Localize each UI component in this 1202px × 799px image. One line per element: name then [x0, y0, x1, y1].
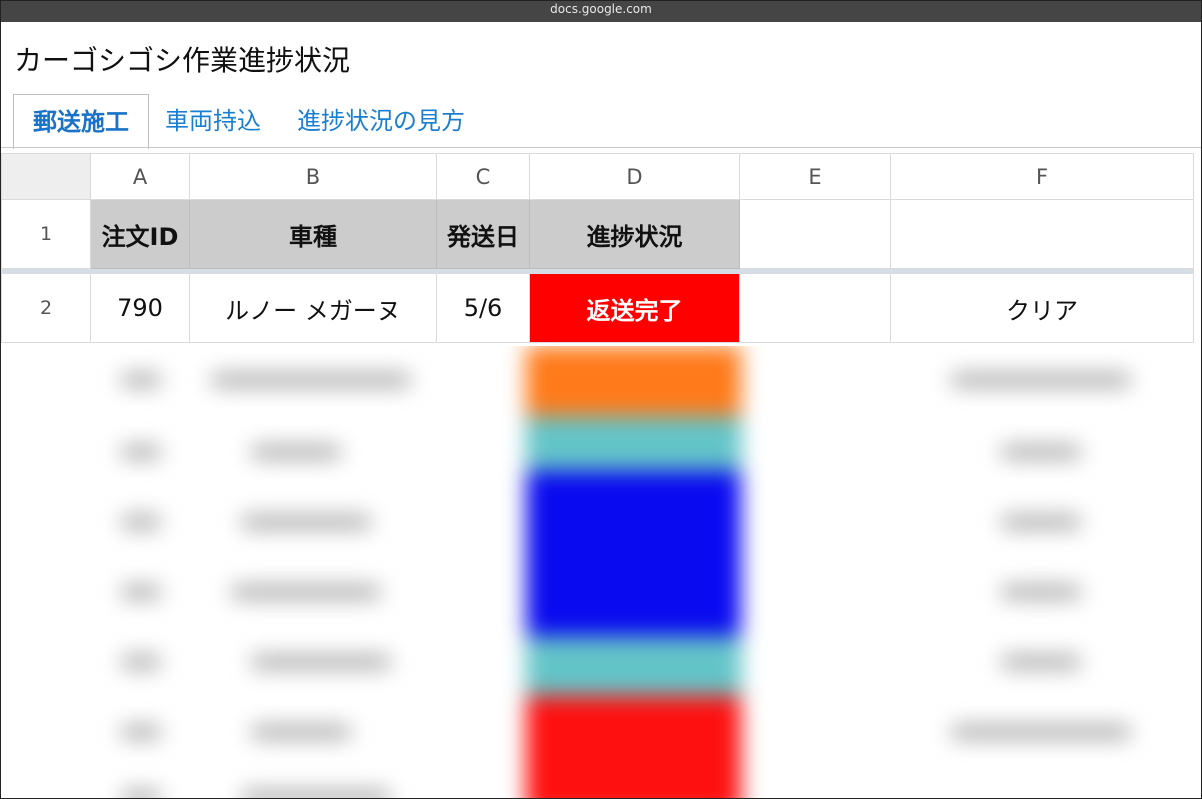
header-cell-f[interactable] [890, 199, 1194, 269]
row-number-1[interactable]: 1 [1, 199, 91, 269]
blurred-status-cell [526, 416, 741, 471]
blurred-text [951, 374, 1131, 386]
select-all-corner[interactable] [1, 153, 91, 200]
cell-e[interactable] [739, 273, 891, 343]
header-cell-order-id[interactable]: 注文ID [90, 199, 190, 269]
screen-frame: docs.google.com カーゴシゴシ作業進捗状況 郵送施工 車両持込 進… [0, 0, 1202, 799]
blurred-text [121, 791, 161, 798]
blurred-status-cell [526, 346, 741, 416]
blurred-text [241, 516, 371, 528]
blurred-text [121, 586, 161, 598]
tab-postal-construction[interactable]: 郵送施工 [13, 94, 149, 150]
header-cell-e[interactable] [739, 199, 891, 269]
blurred-text [951, 726, 1131, 738]
blurred-text [121, 516, 161, 528]
header-cell-progress-status[interactable]: 進捗状況 [529, 199, 740, 269]
url-text: docs.google.com [550, 2, 652, 16]
blurred-text [211, 374, 411, 386]
row-number-2[interactable]: 2 [1, 273, 91, 343]
blurred-text [121, 656, 161, 668]
blurred-text [1001, 516, 1081, 528]
tab-divider [1, 147, 1201, 148]
blurred-status-cell [526, 696, 741, 798]
cell-car-model[interactable]: ルノー メガーヌ [189, 273, 437, 343]
header-cell-ship-date[interactable]: 発送日 [436, 199, 530, 269]
header-cell-car-model[interactable]: 車種 [189, 199, 437, 269]
cell-ship-date[interactable]: 5/6 [436, 273, 530, 343]
blurred-text [1001, 586, 1081, 598]
column-header-f[interactable]: F [890, 153, 1194, 200]
blurred-text [231, 586, 381, 598]
spreadsheet-grid: A B C D E F 1 注文ID 車種 発送日 進捗状況 2 790 ルノー… [1, 153, 1194, 343]
blurred-content [1, 346, 1201, 798]
tab-progress-guide[interactable]: 進捗状況の見方 [297, 94, 465, 147]
browser-url-bar[interactable]: docs.google.com [1, 1, 1201, 22]
column-header-e[interactable]: E [739, 153, 891, 200]
blurred-text [241, 791, 391, 798]
column-header-d[interactable]: D [529, 153, 740, 200]
column-header-c[interactable]: C [436, 153, 530, 200]
table-row: 1 注文ID 車種 発送日 進捗状況 [1, 199, 1194, 269]
column-header-row: A B C D E F [1, 153, 1194, 200]
blurred-text [121, 726, 161, 738]
blurred-text [121, 446, 161, 458]
cell-progress-status[interactable]: 返送完了 [529, 273, 740, 343]
tab-vehicle-dropoff[interactable]: 車両持込 [165, 94, 261, 147]
blurred-text [251, 726, 351, 738]
column-header-a[interactable]: A [90, 153, 190, 200]
blurred-text [1001, 656, 1081, 668]
blurred-text [121, 374, 161, 386]
blurred-status-cell [526, 636, 741, 696]
cell-f[interactable]: クリア [890, 273, 1194, 343]
document-title: カーゴシゴシ作業進捗状況 [14, 44, 351, 77]
blurred-text [251, 656, 391, 668]
table-row: 2 790 ルノー メガーヌ 5/6 返送完了 クリア [1, 273, 1194, 343]
blurred-status-cell [526, 471, 741, 636]
cell-order-id[interactable]: 790 [90, 273, 190, 343]
blurred-text [251, 446, 341, 458]
blurred-text [1001, 446, 1081, 458]
blurred-rows-region [1, 346, 1201, 798]
column-header-b[interactable]: B [189, 153, 437, 200]
